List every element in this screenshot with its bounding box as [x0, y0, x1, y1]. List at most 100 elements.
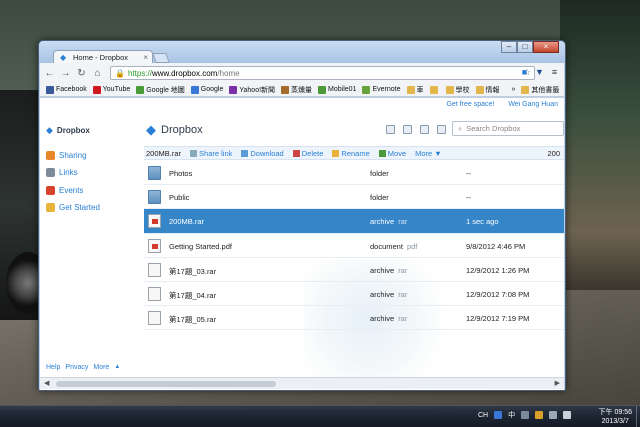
- more-dropdown-button[interactable]: More ▼: [415, 149, 442, 158]
- bookmark-yahoo-news[interactable]: Yahoo!新聞: [229, 85, 275, 95]
- bookmark-youtube[interactable]: YouTube: [92, 85, 130, 94]
- sidebar-item-sharing[interactable]: Sharing: [46, 151, 87, 160]
- sidebar-brand[interactable]: ◆ Dropbox: [46, 125, 90, 136]
- bookmark-facebook[interactable]: Facebook: [46, 85, 87, 94]
- bookmark-folder-school[interactable]: 學校: [445, 85, 470, 95]
- file-name[interactable]: Getting Started.pdf: [169, 242, 232, 251]
- file-name[interactable]: Photos: [169, 169, 192, 178]
- upload-icon[interactable]: [386, 125, 395, 134]
- download-button[interactable]: Download: [241, 149, 284, 158]
- rename-button[interactable]: Rename: [332, 149, 370, 158]
- file-modified: 1 sec ago: [466, 217, 499, 227]
- flag-icon[interactable]: [535, 411, 544, 419]
- url-path: /home: [217, 68, 240, 78]
- file-icon: [148, 311, 161, 326]
- address-bar[interactable]: 🔒 https:// www.dropbox.com /home ☆: [110, 66, 535, 80]
- file-name[interactable]: 第17題_03.rar: [169, 266, 216, 277]
- ime-icon[interactable]: [494, 411, 503, 419]
- forward-arrow-icon[interactable]: →: [59, 67, 72, 80]
- folder-icon: [445, 85, 454, 94]
- translate-extension-icon[interactable]: ■: [519, 66, 530, 78]
- tray-app-icon[interactable]: [521, 411, 530, 419]
- move-button[interactable]: Move: [378, 149, 406, 158]
- bookmarks-overflow-button[interactable]: »: [512, 86, 516, 93]
- file-row-17-05[interactable]: 第17題_05.rar archive rar 12/9/2012 7:19 PM: [144, 306, 564, 331]
- volume-icon[interactable]: [563, 411, 572, 419]
- scroll-right-arrow-icon[interactable]: ▶: [555, 379, 560, 387]
- bookmark-evernote[interactable]: Evernote: [362, 85, 401, 94]
- new-tab-button[interactable]: [152, 53, 170, 63]
- new-folder-icon[interactable]: [403, 125, 412, 134]
- show-deleted-icon[interactable]: [437, 125, 446, 134]
- maximize-button[interactable]: □: [517, 41, 533, 53]
- file-modified: --: [466, 193, 471, 203]
- sidebar-item-get-started[interactable]: Get Started: [46, 203, 100, 212]
- file-name[interactable]: 第17題_05.rar: [169, 314, 216, 325]
- reload-icon[interactable]: ↻: [75, 67, 88, 80]
- scroll-left-arrow-icon[interactable]: ◀: [44, 379, 49, 387]
- file-name[interactable]: Public: [169, 193, 189, 202]
- pdf-file-icon: [148, 214, 161, 229]
- tab-dropbox[interactable]: ◆ Home - Dropbox ×: [53, 50, 153, 64]
- show-desktop-button[interactable]: [636, 406, 640, 427]
- tab-title: Home - Dropbox: [73, 53, 129, 62]
- file-kind: archive rar: [370, 289, 408, 299]
- privacy-link[interactable]: Privacy: [65, 364, 88, 371]
- folder-icon: [406, 85, 415, 94]
- bookmark-folder-car[interactable]: 車: [406, 85, 424, 95]
- menu-icon[interactable]: ≡: [549, 66, 560, 78]
- file-row-photos[interactable]: Photos folder --: [144, 161, 564, 186]
- folder-icon: [148, 190, 161, 205]
- ime-mode[interactable]: 中: [508, 410, 515, 420]
- file-kind: archive rar: [370, 265, 408, 275]
- input-language[interactable]: CH: [478, 412, 488, 419]
- file-browser: ◆ Dropbox ⌕ Search Dropbox 200MB.rar Sha…: [144, 110, 564, 380]
- more-link[interactable]: More: [93, 364, 109, 371]
- sidebar: ◆ Dropbox Sharing Links Events Get Start…: [40, 110, 140, 390]
- network-icon[interactable]: [549, 411, 558, 419]
- bookmark-site[interactable]: 蒸燻量: [281, 85, 312, 95]
- share-folder-icon[interactable]: [420, 125, 429, 134]
- share-link-button[interactable]: Share link: [190, 149, 232, 158]
- google-maps-icon: [136, 85, 145, 94]
- file-row-public[interactable]: Public folder --: [144, 185, 564, 210]
- sidebar-item-events[interactable]: Events: [46, 186, 83, 195]
- file-name[interactable]: 第17題_04.rar: [169, 290, 216, 301]
- tab-close-icon[interactable]: ×: [143, 53, 148, 62]
- folder-icon: [429, 85, 438, 94]
- scrollbar-thumb[interactable]: [56, 381, 276, 387]
- download-extension-icon[interactable]: ▼: [534, 66, 545, 78]
- back-arrow-icon[interactable]: ←: [43, 67, 56, 80]
- close-window-button[interactable]: ×: [533, 41, 559, 53]
- home-icon[interactable]: ⌂: [91, 67, 104, 80]
- bookmark-google[interactable]: Google: [190, 85, 223, 94]
- evernote-icon: [362, 85, 371, 94]
- bookmark-folder[interactable]: [429, 85, 440, 94]
- file-row-200mb[interactable]: 200MB.rar archive rar 1 sec ago: [144, 209, 564, 234]
- file-modified: --: [466, 169, 471, 178]
- horizontal-scrollbar[interactable]: ◀ ▶: [40, 377, 564, 389]
- help-link[interactable]: Help: [46, 364, 60, 371]
- file-icon: [148, 262, 161, 277]
- file-row-getting-started[interactable]: Getting Started.pdf document pdf 9/8/2012…: [144, 234, 564, 258]
- get-free-space-link[interactable]: Get free space!: [446, 101, 494, 108]
- delete-button[interactable]: Delete: [292, 149, 323, 158]
- clock-date: 2013/3/7: [601, 418, 629, 425]
- title-bar[interactable]: ◆ Home - Dropbox × – □ ×: [39, 41, 565, 64]
- file-name[interactable]: 200MB.rar: [169, 217, 204, 226]
- file-row-17-03[interactable]: 第17題_03.rar archive rar 12/9/2012 1:26 PM: [144, 258, 564, 282]
- link-icon: [190, 149, 198, 157]
- file-row-17-04[interactable]: 第17題_04.rar archive rar 12/9/2012 7:08 PM: [144, 282, 564, 307]
- minimize-button[interactable]: –: [501, 41, 517, 53]
- user-menu-link[interactable]: Wei Gang Huan: [508, 101, 558, 108]
- folder-icon: [475, 85, 484, 94]
- chevron-up-icon[interactable]: ▲: [114, 364, 120, 371]
- bookmark-mobile01[interactable]: Mobile01: [318, 85, 356, 94]
- search-input[interactable]: ⌕ Search Dropbox: [452, 121, 564, 136]
- sidebar-item-links[interactable]: Links: [46, 168, 78, 177]
- file-kind: folder: [370, 193, 389, 203]
- bookmark-google-maps[interactable]: Google 地圖: [136, 85, 185, 95]
- bookmark-other[interactable]: 其他書籤: [521, 85, 559, 95]
- clock[interactable]: 下午 09:56 2013/3/7: [599, 408, 632, 426]
- bookmark-folder-info[interactable]: 情報: [475, 85, 500, 95]
